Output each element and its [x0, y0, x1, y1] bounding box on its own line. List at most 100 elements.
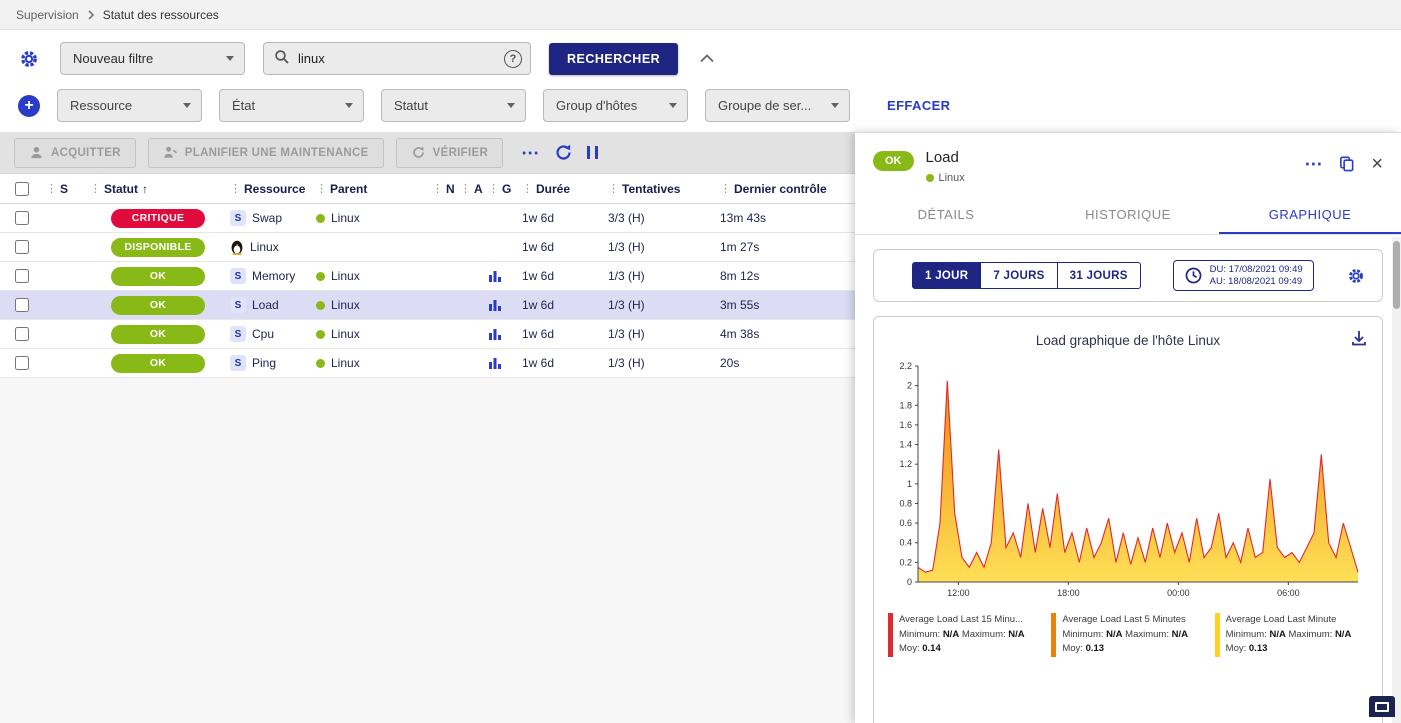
column-header-action[interactable]: ⋮A: [458, 182, 486, 196]
filter-resource-select[interactable]: Ressource: [57, 89, 202, 122]
resource-name[interactable]: Ping: [252, 356, 276, 370]
resource-name[interactable]: Swap: [252, 211, 282, 225]
row-checkbox[interactable]: [15, 211, 29, 225]
range-1-day-button[interactable]: 1 JOUR: [912, 262, 981, 289]
service-icon: S: [230, 268, 246, 284]
settings-gear-button[interactable]: [16, 46, 42, 72]
column-menu-icon[interactable]: ⋮: [522, 182, 533, 195]
column-header-last-check[interactable]: ⋮Dernier contrôle: [718, 182, 855, 196]
range-7-days-button[interactable]: 7 JOURS: [981, 262, 1057, 289]
filter-state-select[interactable]: État: [219, 89, 364, 122]
graph-icon[interactable]: [488, 356, 502, 370]
parent-name[interactable]: Linux: [331, 327, 360, 341]
resource-name[interactable]: Load: [252, 298, 279, 312]
sort-ascending-icon[interactable]: ↑: [142, 182, 148, 196]
table-row[interactable]: OK SMemory Linux 1w 6d 1/3 (H) 8m 12s: [0, 262, 855, 291]
column-menu-icon[interactable]: ⋮: [316, 182, 327, 195]
panel-more-actions-icon[interactable]: ⋯: [1304, 160, 1322, 168]
panel-scrollbar: [1392, 237, 1401, 723]
graph-icon[interactable]: [488, 327, 502, 341]
svg-text:06:00: 06:00: [1277, 588, 1300, 598]
column-menu-icon[interactable]: ⋮: [460, 182, 471, 195]
column-menu-icon[interactable]: ⋮: [608, 182, 619, 195]
column-menu-icon[interactable]: ⋮: [720, 182, 731, 195]
copy-link-button[interactable]: [1336, 153, 1357, 174]
parent-name[interactable]: Linux: [331, 298, 360, 312]
range-31-days-button[interactable]: 31 JOURS: [1058, 262, 1141, 289]
collapse-filters-chevron-up-icon[interactable]: [700, 52, 714, 66]
column-header-notes[interactable]: ⋮N: [430, 182, 458, 196]
select-all-checkbox[interactable]: [15, 182, 29, 196]
row-checkbox[interactable]: [15, 298, 29, 312]
graph-settings-button[interactable]: [1344, 264, 1368, 288]
display-corner-button[interactable]: [1369, 696, 1395, 717]
status-badge: OK: [111, 296, 205, 315]
time-range-segmented-control: 1 JOUR 7 JOURS 31 JOURS: [912, 262, 1141, 289]
resources-list-area: ACQUITTER PLANIFIER UNE MAINTENANCE VÉRI…: [0, 132, 855, 723]
tab-graph[interactable]: GRAPHIQUE: [1219, 196, 1401, 234]
column-header-tries[interactable]: ⋮Tentatives: [606, 182, 718, 196]
column-header-severity[interactable]: ⋮S: [44, 182, 84, 196]
set-downtime-button[interactable]: PLANIFIER UNE MAINTENANCE: [148, 138, 384, 168]
filter-servicegroup-select[interactable]: Groupe de ser...: [705, 89, 850, 122]
row-checkbox[interactable]: [15, 240, 29, 254]
svg-text:1: 1: [907, 479, 912, 489]
column-menu-icon[interactable]: ⋮: [46, 182, 57, 195]
close-icon[interactable]: ×: [1371, 156, 1383, 172]
parent-name[interactable]: Linux: [331, 211, 360, 225]
search-input[interactable]: [298, 51, 496, 66]
scrollbar-thumb[interactable]: [1393, 241, 1400, 309]
graph-icon[interactable]: [488, 269, 502, 283]
help-icon[interactable]: ?: [504, 50, 522, 68]
saved-filter-select[interactable]: Nouveau filtre: [60, 42, 245, 75]
chevron-down-icon: [345, 103, 353, 108]
export-graph-button[interactable]: [1350, 329, 1368, 350]
tries-cell: 1/3 (H): [606, 298, 718, 312]
column-header-parent[interactable]: ⋮Parent: [314, 182, 430, 196]
tab-history[interactable]: HISTORIQUE: [1037, 196, 1219, 234]
column-header-duration[interactable]: ⋮Durée: [520, 182, 606, 196]
clear-filters-button[interactable]: EFFACER: [887, 98, 950, 113]
search-button[interactable]: RECHERCHER: [549, 43, 678, 75]
add-filter-button[interactable]: +: [18, 95, 40, 117]
tries-cell: 1/3 (H): [606, 240, 718, 254]
svg-text:00:00: 00:00: [1167, 588, 1190, 598]
column-header-resource[interactable]: ⋮Ressource: [228, 182, 314, 196]
pause-icon[interactable]: [587, 146, 598, 159]
host-up-icon: [316, 359, 325, 368]
custom-period-button[interactable]: DU: 17/08/2021 09:49 AU: 18/08/2021 09:4…: [1173, 260, 1314, 291]
column-menu-icon[interactable]: ⋮: [230, 182, 241, 195]
svg-text:0.8: 0.8: [899, 498, 912, 508]
filter-status-select[interactable]: Statut: [381, 89, 526, 122]
parent-name[interactable]: Linux: [331, 356, 360, 370]
breadcrumb-supervision[interactable]: Supervision: [16, 8, 79, 22]
tab-details[interactable]: DÉTAILS: [855, 196, 1037, 234]
table-row[interactable]: OK SPing Linux 1w 6d 1/3 (H) 20s: [0, 349, 855, 378]
graph-icon[interactable]: [488, 298, 502, 312]
refresh-button[interactable]: [552, 141, 575, 164]
table-row[interactable]: OK SCpu Linux 1w 6d 1/3 (H) 4m 38s: [0, 320, 855, 349]
check-button[interactable]: VÉRIFIER: [396, 138, 503, 168]
duration-cell: 1w 6d: [520, 211, 606, 225]
row-checkbox[interactable]: [15, 327, 29, 341]
acknowledge-button[interactable]: ACQUITTER: [14, 138, 136, 168]
table-row[interactable]: CRITIQUE SSwap Linux 1w 6d 3/3 (H) 13m 4…: [0, 204, 855, 233]
maintenance-icon: [163, 145, 178, 160]
resource-name[interactable]: Memory: [252, 269, 295, 283]
linux-host-icon: [230, 239, 244, 255]
column-menu-icon[interactable]: ⋮: [488, 182, 499, 195]
row-checkbox[interactable]: [15, 356, 29, 370]
row-checkbox[interactable]: [15, 269, 29, 283]
column-header-status[interactable]: ⋮Statut↑: [84, 182, 228, 196]
resource-name[interactable]: Linux: [250, 240, 279, 254]
resource-name[interactable]: Cpu: [252, 327, 274, 341]
table-row[interactable]: DISPONIBLE Linux 1w 6d 1/3 (H) 1m: [0, 233, 855, 262]
column-menu-icon[interactable]: ⋮: [90, 182, 101, 195]
filter-hostgroup-select[interactable]: Group d'hôtes: [543, 89, 688, 122]
more-actions-icon[interactable]: ⋯: [521, 148, 540, 158]
table-row[interactable]: OK SLoad Linux 1w 6d 1/3 (H) 3m 55s: [0, 291, 855, 320]
panel-host-name[interactable]: Linux: [939, 172, 965, 184]
column-header-graph[interactable]: ⋮G: [486, 182, 520, 196]
column-menu-icon[interactable]: ⋮: [432, 182, 443, 195]
parent-name[interactable]: Linux: [331, 269, 360, 283]
